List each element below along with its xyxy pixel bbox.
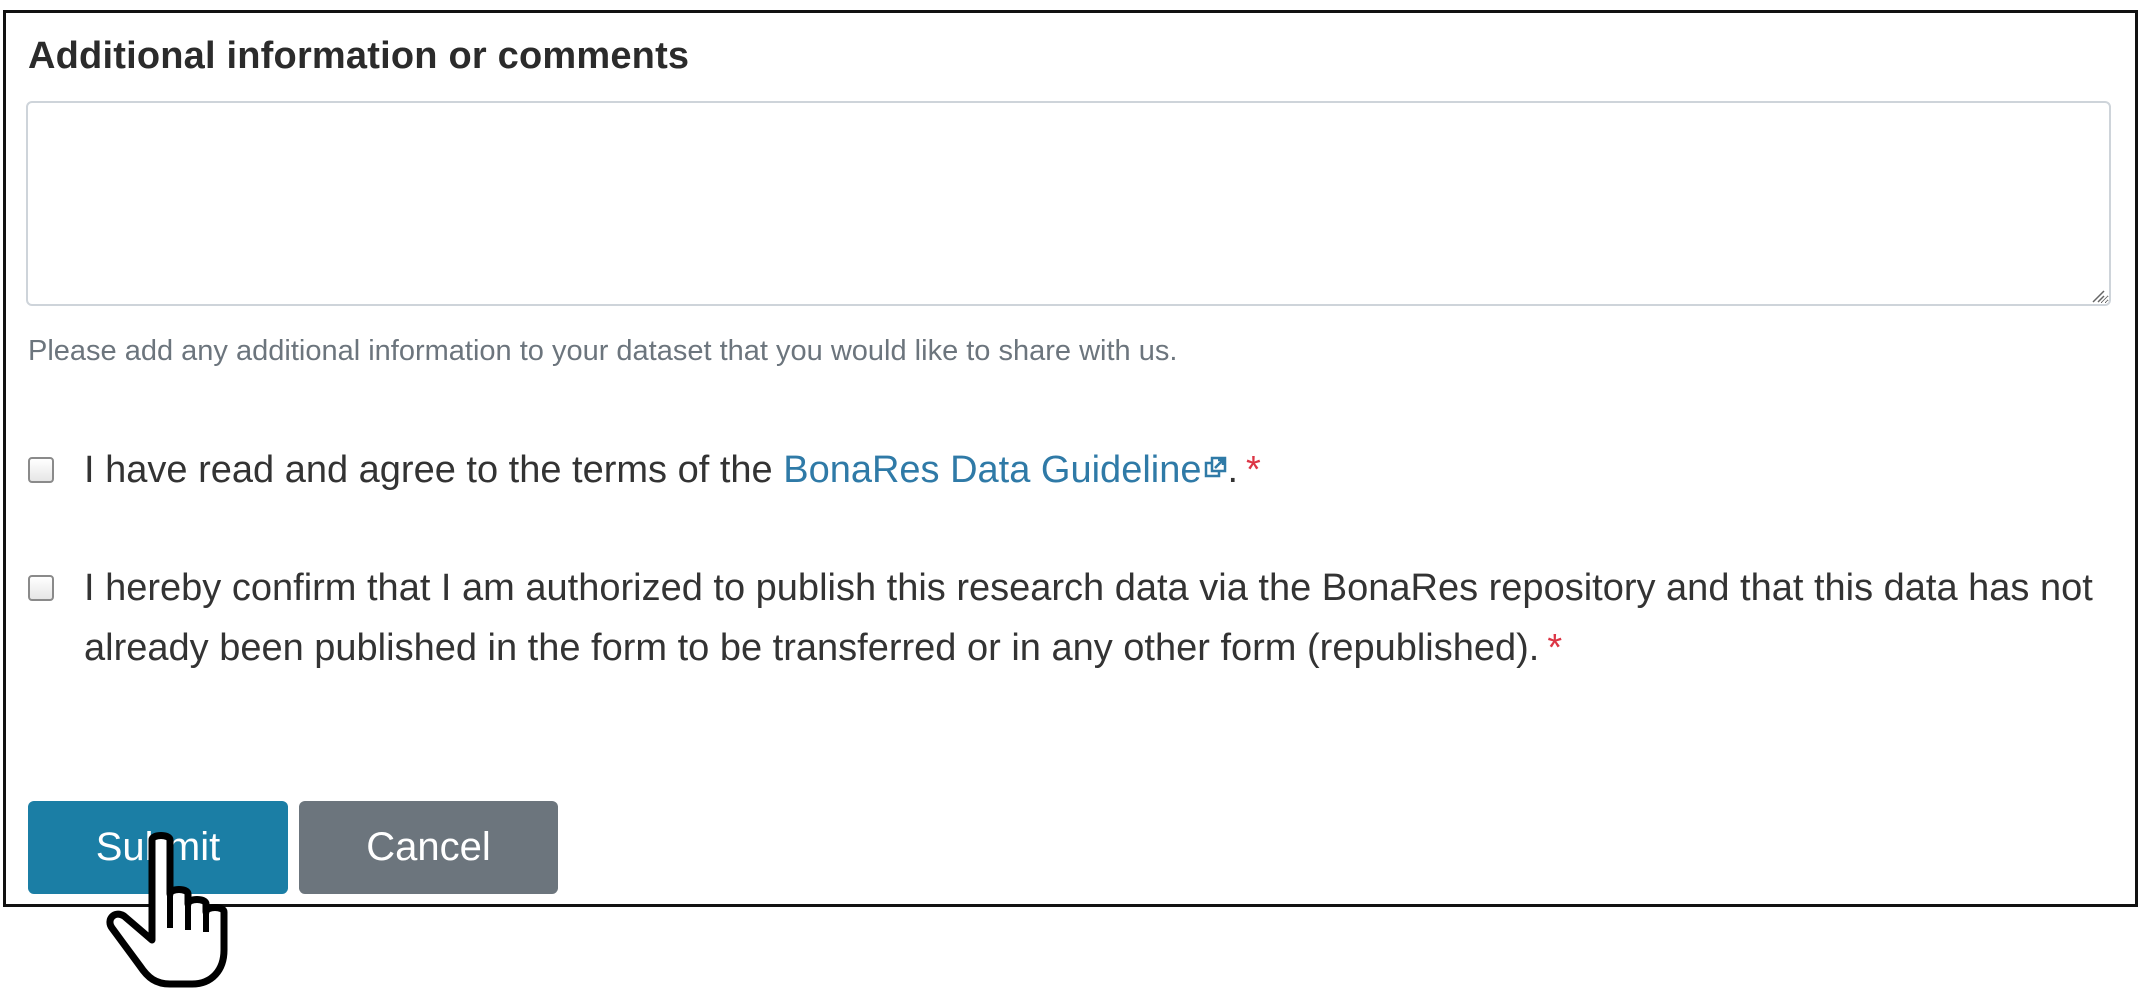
form-panel: Additional information or comments Pleas…: [3, 10, 2138, 907]
comments-textarea[interactable]: [26, 101, 2111, 306]
required-mark: *: [1547, 627, 1563, 669]
agree-text-before: I have read and agree to the terms of th…: [84, 449, 784, 491]
resize-grip-icon[interactable]: [2091, 289, 2105, 303]
external-link-icon: [1205, 456, 1227, 478]
data-guideline-link[interactable]: BonaRes Data Guideline: [783, 449, 1227, 491]
agree-terms-label: I have read and agree to the terms of th…: [84, 440, 1261, 500]
cancel-button[interactable]: Cancel: [299, 801, 558, 894]
hand-pointer-icon: [106, 832, 228, 988]
required-mark: *: [1246, 449, 1261, 491]
agree-terms-row: I have read and agree to the terms of th…: [28, 448, 1261, 500]
confirm-authorization-checkbox[interactable]: [28, 575, 54, 601]
confirm-text: I hereby confirm that I am authorized to…: [84, 567, 2093, 669]
data-guideline-link-text: BonaRes Data Guideline: [783, 449, 1202, 491]
agree-text-after: .: [1227, 449, 1239, 491]
confirm-authorization-row: I hereby confirm that I am authorized to…: [28, 566, 2118, 678]
help-text: Please add any additional information to…: [28, 335, 1178, 367]
agree-terms-checkbox[interactable]: [28, 457, 54, 483]
confirm-authorization-label: I hereby confirm that I am authorized to…: [84, 558, 2118, 678]
section-title: Additional information or comments: [28, 35, 690, 77]
